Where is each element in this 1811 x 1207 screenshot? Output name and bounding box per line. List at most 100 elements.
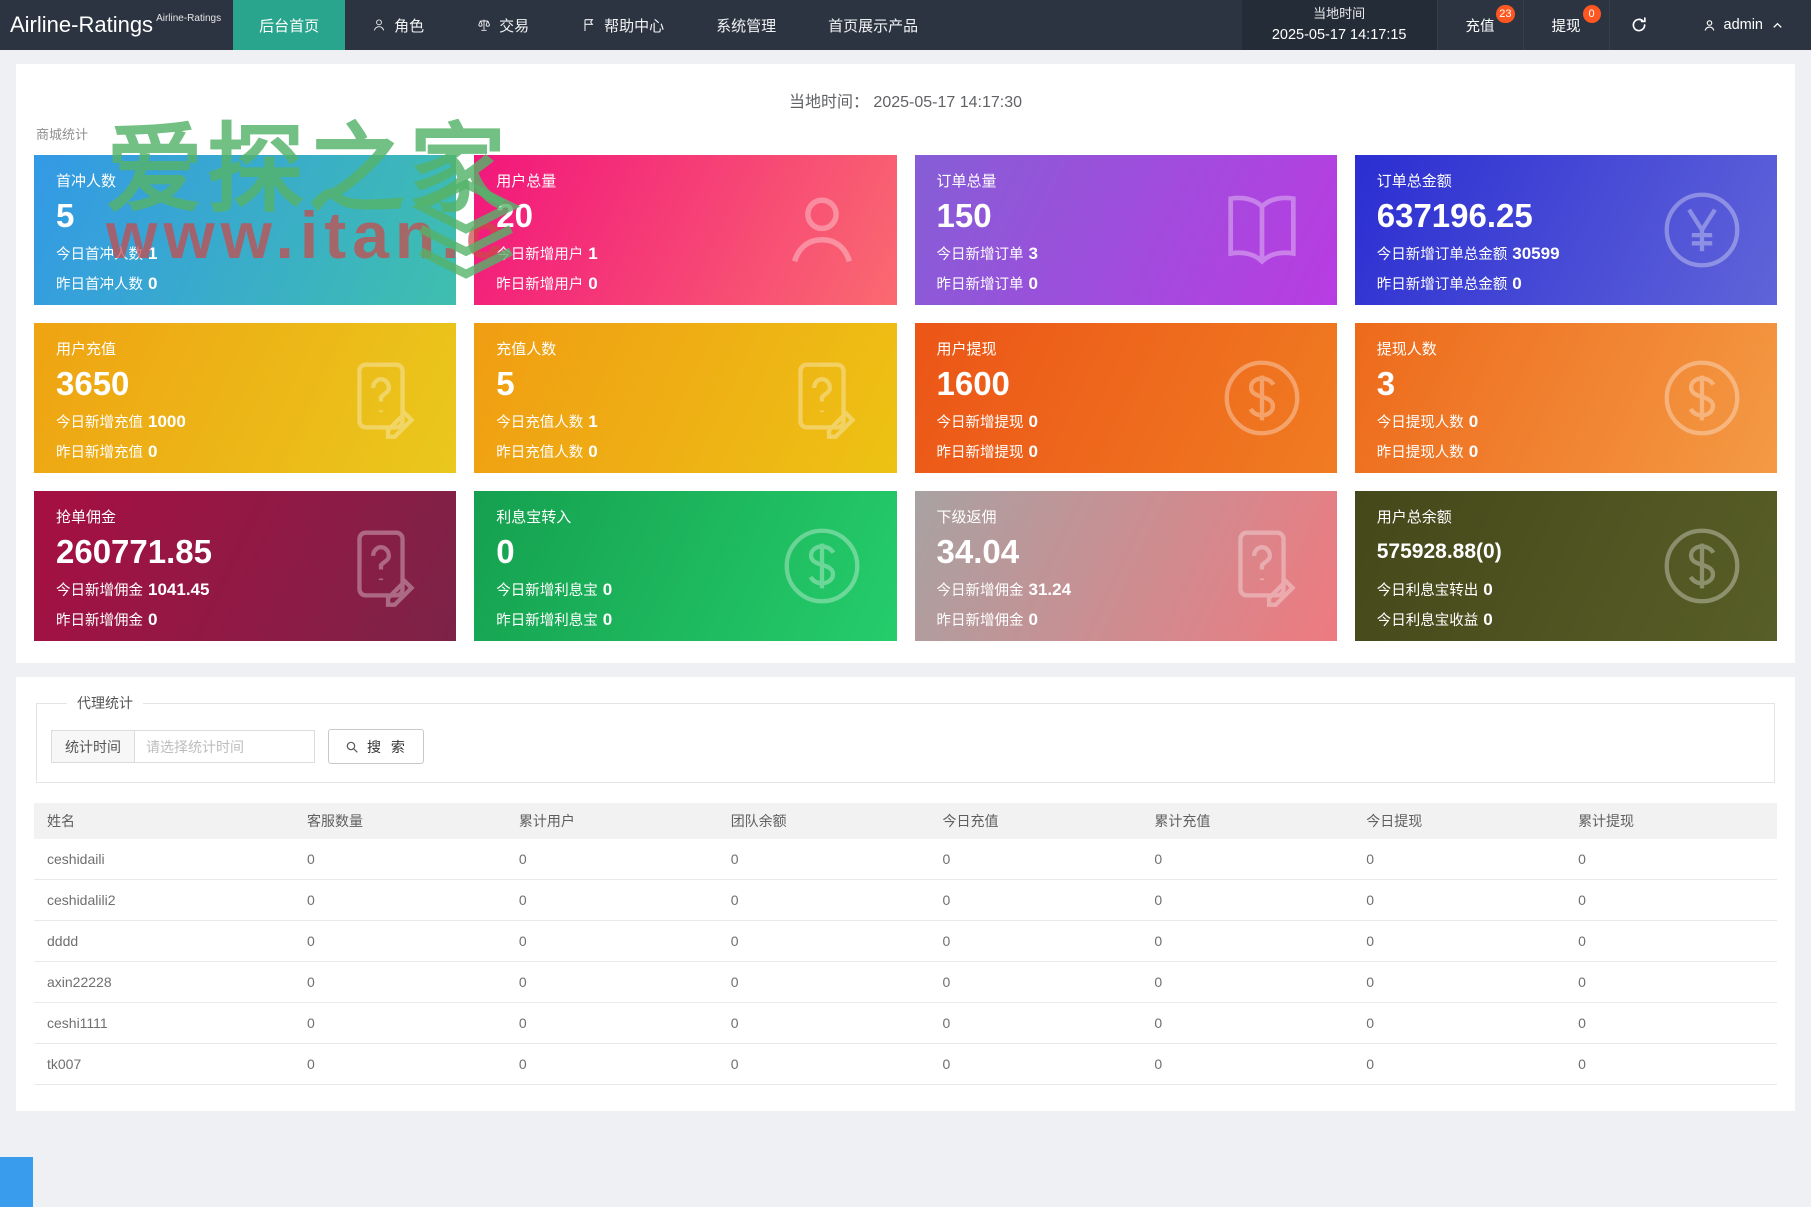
search-icon xyxy=(344,739,360,755)
nav-item-system-manage[interactable]: 系统管理 xyxy=(690,0,802,50)
stat-card-user-balance-total: 用户总余额 575928.88(0) 今日利息宝转出 0 今日利息宝收益 0 xyxy=(1354,491,1777,641)
column-header: 累计充值 xyxy=(1141,803,1354,839)
stat-card-user-recharge: 用户充值 3650 今日新增充值 1000 昨日新增充值 0 xyxy=(34,323,457,473)
recharge-button[interactable]: 充值 23 xyxy=(1436,0,1523,50)
logo-text: Airline-Ratings xyxy=(10,12,154,37)
table-cell: 0 xyxy=(1141,920,1354,962)
table-cell: 0 xyxy=(1141,961,1354,1003)
recharge-badge: 23 xyxy=(1496,5,1515,23)
yen-icon xyxy=(1655,183,1749,277)
nav-item-trade[interactable]: 交易 xyxy=(450,0,555,50)
stat-card-value: 5 xyxy=(56,197,75,234)
table-cell: 0 xyxy=(1565,1043,1777,1085)
column-header: 累计提现 xyxy=(1565,803,1777,839)
doc-icon xyxy=(334,519,428,613)
table-cell: tk007 xyxy=(34,1043,294,1085)
agent-table-body: ceshidaili 0 0 0 0 0 0 0 ceshidalili2 0 0 0 0 0 0 0 dddd… xyxy=(34,839,1777,1085)
table-cell: 0 xyxy=(1141,1043,1354,1085)
doc-icon xyxy=(775,351,869,445)
time-filter-input[interactable] xyxy=(135,730,315,763)
column-header: 今日提现 xyxy=(1353,803,1566,839)
table-cell: 0 xyxy=(717,961,930,1003)
stat-card-user-total: 用户总量 20 今日新增用户 1 昨日新增用户 0 xyxy=(474,155,897,305)
table-cell: 0 xyxy=(929,961,1142,1003)
agent-panel: 代理统计 统计时间 搜 索 姓名客服数量累计用户团队余额今日充值累计充值今日提现… xyxy=(16,677,1795,1111)
column-header: 姓名 xyxy=(34,803,294,839)
table-cell: 0 xyxy=(717,839,930,880)
table-cell: 0 xyxy=(1141,879,1354,921)
stat-card-grab-commission: 抢单佣金 260771.85 今日新增佣金 1041.45 昨日新增佣金 0 xyxy=(34,491,457,641)
refresh-button[interactable] xyxy=(1608,0,1668,50)
table-cell: 0 xyxy=(929,1043,1142,1085)
table-cell: 0 xyxy=(929,839,1142,880)
search-button[interactable]: 搜 索 xyxy=(328,729,424,764)
table-cell: 0 xyxy=(1565,879,1777,921)
stat-card-order-amount-total: 订单总金额 637196.25 今日新增订单总金额 30599 昨日新增订单总金额… xyxy=(1354,155,1777,305)
table-cell: 0 xyxy=(929,920,1142,962)
stat-card-title: 首冲人数 xyxy=(56,173,117,190)
table-cell: 0 xyxy=(505,839,718,880)
table-cell: 0 xyxy=(505,1002,718,1044)
app-logo: Airline-Ratings Airline-Ratings xyxy=(0,0,233,50)
nav-item-home-products[interactable]: 首页展示产品 xyxy=(802,0,944,50)
table-cell: 0 xyxy=(929,879,1142,921)
nav-item-home[interactable]: 后台首页 xyxy=(233,0,346,50)
table-cell: 0 xyxy=(294,1002,506,1044)
table-cell: 0 xyxy=(717,1002,930,1044)
agent-table-head: 姓名 客服数量 累计用户 团队余额 今日充值 累计充值 今日提现 累计提现 xyxy=(34,803,1777,839)
doc-icon xyxy=(334,351,428,445)
stat-card-first-charge-count: 首冲人数 5 今日首冲人数 1 昨日首冲人数 0 xyxy=(34,155,457,305)
table-cell: 0 xyxy=(1141,839,1354,880)
table-cell: 0 xyxy=(1353,1002,1566,1044)
table-cell: 0 xyxy=(717,920,930,962)
dollar-icon xyxy=(1655,351,1749,445)
chevron-up-icon xyxy=(1770,18,1785,33)
dollar-icon xyxy=(775,519,869,613)
table-cell: 0 xyxy=(1565,961,1777,1003)
stat-card-order-total: 订单总量 150 今日新增订单 3 昨日新增订单 0 xyxy=(914,155,1337,305)
table-row: dddd 0 0 0 0 0 0 0 xyxy=(34,920,1777,962)
table-cell: 0 xyxy=(717,1043,930,1085)
column-header: 团队余额 xyxy=(717,803,930,839)
dollar-icon xyxy=(1655,519,1749,613)
table-row: ceshidalili2 0 0 0 0 0 0 0 xyxy=(34,879,1777,921)
withdraw-button[interactable]: 提现 0 xyxy=(1522,0,1609,50)
table-cell: 0 xyxy=(1141,1002,1354,1044)
logo-superscript: Airline-Ratings xyxy=(156,12,222,24)
person-icon xyxy=(775,183,869,277)
table-cell: 0 xyxy=(294,1043,506,1085)
local-time-value: 2025-05-17 14:17:15 xyxy=(1271,26,1407,43)
stat-card-recharge-count: 充值人数 5 今日充值人数 1 昨日充值人数 0 xyxy=(474,323,897,473)
table-cell: 0 xyxy=(294,839,506,880)
table-row: ceshidaili 0 0 0 0 0 0 0 xyxy=(34,839,1777,880)
local-time-label: 当地时间 xyxy=(1313,5,1366,21)
search-button-label: 搜 索 xyxy=(367,738,408,755)
table-row: axin22228 0 0 0 0 0 0 0 xyxy=(34,961,1777,1003)
local-time-block: 当地时间 2025-05-17 14:17:15 xyxy=(1241,0,1437,50)
agent-fieldset: 代理统计 统计时间 搜 索 xyxy=(36,693,1775,783)
doc-icon xyxy=(1215,519,1309,613)
nav-item-roles[interactable]: 角色 xyxy=(345,0,450,50)
column-header: 客服数量 xyxy=(294,803,506,839)
table-cell: axin22228 xyxy=(34,961,294,1003)
book-icon xyxy=(1215,183,1309,277)
table-row: ceshi1111 0 0 0 0 0 0 0 xyxy=(34,1002,1777,1044)
table-cell: 0 xyxy=(929,1002,1142,1044)
table-cell: 0 xyxy=(1353,1043,1566,1085)
column-header: 累计用户 xyxy=(505,803,718,839)
table-cell: 0 xyxy=(505,920,718,962)
withdraw-label: 提现 xyxy=(1551,18,1581,35)
nav-menu: 后台首页 角色 交易 帮助中心 系统管理 首页展示产品 xyxy=(233,0,944,50)
time-filter-label: 统计时间 xyxy=(51,730,135,763)
nav-item-help-center[interactable]: 帮助中心 xyxy=(555,0,690,50)
table-cell: 0 xyxy=(505,961,718,1003)
user-menu[interactable]: admin xyxy=(1668,0,1811,50)
column-header: 今日充值 xyxy=(929,803,1142,839)
section-label: 商城统计 xyxy=(36,127,89,142)
table-cell: ceshidaili xyxy=(34,839,294,880)
stats-grid: 首冲人数 5 今日首冲人数 1 昨日首冲人数 0 用户总量 20 今日新增用户 1 昨… xyxy=(34,155,1777,641)
corner-widget-button[interactable] xyxy=(0,1157,33,1207)
user-icon xyxy=(1702,18,1717,33)
username: admin xyxy=(1723,17,1764,33)
top-navbar: Airline-Ratings Airline-Ratings 后台首页 角色 … xyxy=(0,0,1811,50)
